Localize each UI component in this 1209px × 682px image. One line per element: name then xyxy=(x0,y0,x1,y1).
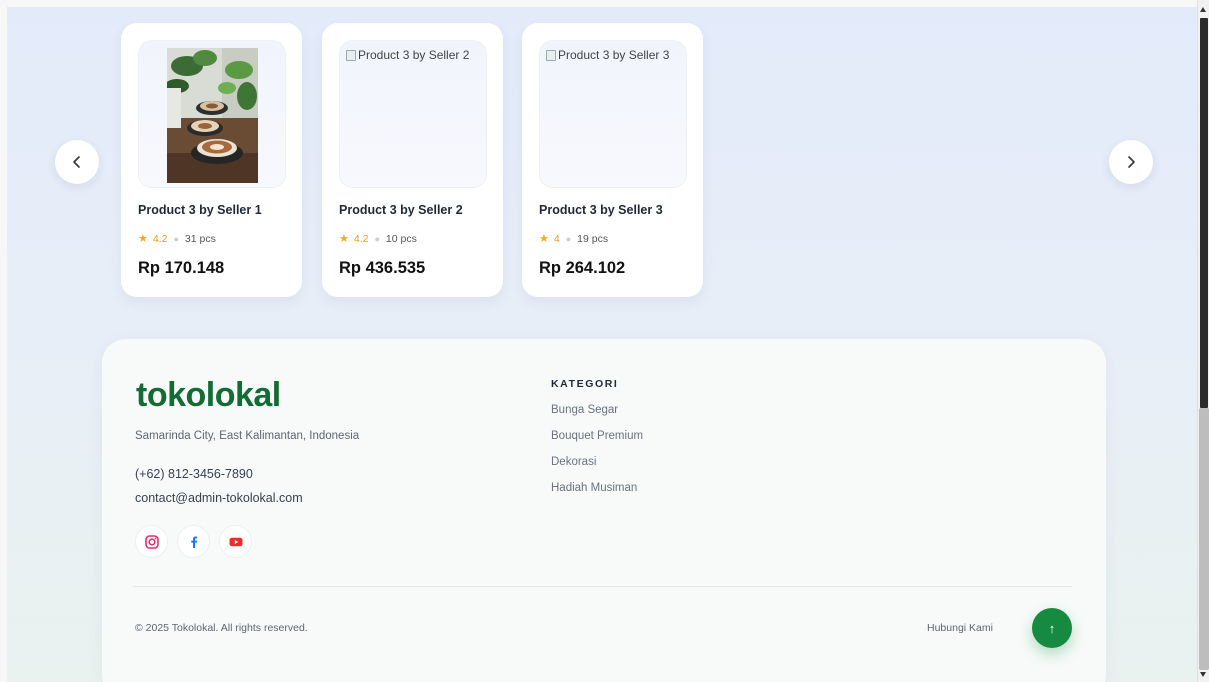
product-meta: ★ 4 ● 19 pcs xyxy=(539,232,609,246)
separator-dot: ● xyxy=(173,233,179,244)
copyright-text: © 2025 Tokolokal. All rights reserved. xyxy=(135,622,308,634)
product-price: Rp 436.535 xyxy=(339,259,426,277)
page-scrollbar[interactable] xyxy=(1197,0,1209,682)
product-image-frame[interactable] xyxy=(138,40,286,188)
product-card[interactable]: Product 3 by Seller 1 ★ 4.2 ● 31 pcs Rp … xyxy=(121,23,302,297)
product-image-frame[interactable]: Product 3 by Seller 2 xyxy=(339,40,487,188)
arrow-up-icon: ↑ xyxy=(1048,620,1056,636)
site-footer: tokolokal Samarinda City, East Kalimanta… xyxy=(102,339,1106,682)
star-icon: ★ xyxy=(339,233,349,245)
product-rating: 4 xyxy=(553,232,560,245)
star-icon: ★ xyxy=(539,233,549,245)
footer-divider xyxy=(133,586,1072,587)
product-meta: ★ 4.2 ● 31 pcs xyxy=(138,232,216,246)
brand-logo[interactable]: tokolokal xyxy=(136,376,281,415)
instagram-button[interactable] xyxy=(135,525,168,558)
scrollbar-track[interactable] xyxy=(1200,18,1208,408)
scroll-down-arrow-icon[interactable] xyxy=(1200,672,1206,677)
category-heading: KATEGORI xyxy=(551,378,619,390)
product-name[interactable]: Product 3 by Seller 3 xyxy=(539,203,663,217)
star-icon: ★ xyxy=(138,233,148,245)
instagram-icon xyxy=(144,534,159,549)
scroll-up-arrow-icon[interactable] xyxy=(1200,7,1206,12)
product-price: Rp 170.148 xyxy=(138,259,225,277)
broken-image-icon xyxy=(546,49,556,61)
product-card[interactable]: Product 3 by Seller 2 Product 3 by Selle… xyxy=(322,23,503,297)
product-stock: 31 pcs xyxy=(184,232,216,245)
category-link[interactable]: Hadiah Musiman xyxy=(551,482,643,508)
product-name[interactable]: Product 3 by Seller 2 xyxy=(339,203,463,217)
image-alt-text: Product 3 by Seller 2 xyxy=(358,48,470,62)
social-links xyxy=(135,525,252,558)
chevron-right-icon xyxy=(1128,156,1135,168)
facebook-icon xyxy=(190,536,197,548)
product-rating: 4.2 xyxy=(353,232,369,245)
scrollbar-thumb[interactable] xyxy=(1199,408,1209,670)
category-link[interactable]: Bouquet Premium xyxy=(551,430,643,456)
carousel-next-button[interactable] xyxy=(1109,140,1153,184)
footer-phone[interactable]: (+62) 812-3456-7890 xyxy=(135,467,253,481)
product-rating: 4.2 xyxy=(152,232,168,245)
separator-dot: ● xyxy=(374,233,380,244)
category-link[interactable]: Dekorasi xyxy=(551,456,643,482)
broken-image: Product 3 by Seller 3 xyxy=(546,48,669,62)
product-card[interactable]: Product 3 by Seller 3 Product 3 by Selle… xyxy=(522,23,703,297)
category-list: Bunga Segar Bouquet Premium Dekorasi Had… xyxy=(551,404,643,508)
product-name[interactable]: Product 3 by Seller 1 xyxy=(138,203,262,217)
page-viewport: Product 3 by Seller 1 ★ 4.2 ● 31 pcs Rp … xyxy=(7,7,1197,682)
chevron-left-icon xyxy=(73,156,80,168)
footer-email[interactable]: contact@admin-tokolokal.com xyxy=(135,491,303,505)
image-alt-text: Product 3 by Seller 3 xyxy=(558,48,670,62)
product-image-frame[interactable]: Product 3 by Seller 3 xyxy=(539,40,687,188)
facebook-button[interactable] xyxy=(177,525,210,558)
browser-left-edge xyxy=(0,0,7,682)
back-to-top-button[interactable]: ↑ xyxy=(1032,608,1072,648)
product-price: Rp 264.102 xyxy=(539,259,626,277)
youtube-button[interactable] xyxy=(219,525,252,558)
broken-image: Product 3 by Seller 2 xyxy=(346,48,469,62)
carousel-prev-button[interactable] xyxy=(55,140,99,184)
youtube-icon xyxy=(229,537,242,546)
product-stock: 19 pcs xyxy=(577,232,609,245)
product-photo xyxy=(167,48,258,183)
category-link[interactable]: Bunga Segar xyxy=(551,404,643,430)
browser-top-edge xyxy=(0,0,1209,7)
separator-dot: ● xyxy=(565,233,572,244)
product-meta: ★ 4.2 ● 10 pcs xyxy=(339,232,417,246)
product-stock: 10 pcs xyxy=(385,232,417,245)
contact-link[interactable]: Hubungi Kami xyxy=(927,622,993,634)
footer-address: Samarinda City, East Kalimantan, Indones… xyxy=(135,430,360,442)
broken-image-icon xyxy=(346,49,356,61)
